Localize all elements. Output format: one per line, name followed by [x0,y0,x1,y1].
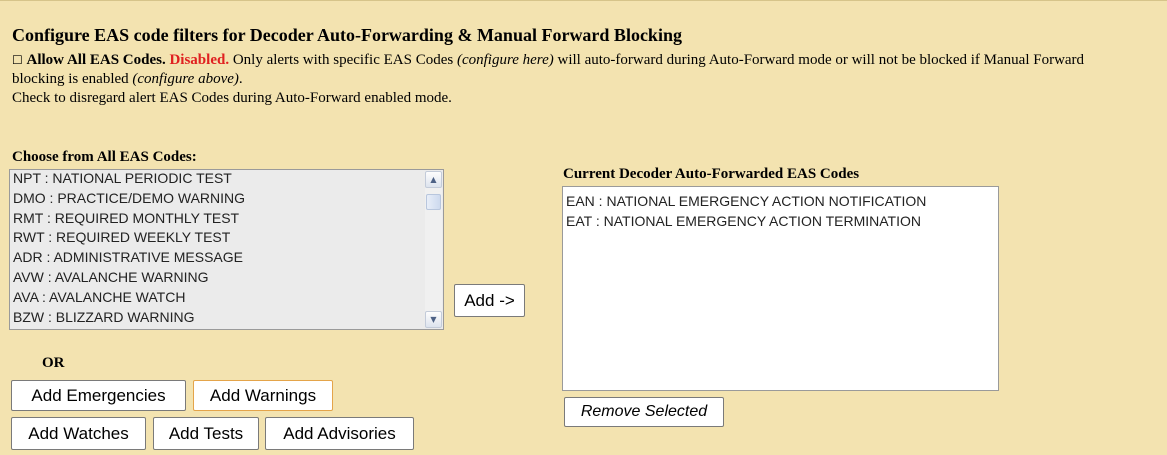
add-button[interactable]: Add -> [454,284,525,317]
allow-all-checkbox[interactable]: ☐ Allow All EAS Codes. [12,52,166,68]
list-item[interactable]: AVA : AVALANCHE WATCH [10,288,245,308]
list-item[interactable]: EAT : NATIONAL EMERGENCY ACTION TERMINAT… [563,212,998,232]
or-label: OR [42,355,65,371]
top-divider [0,0,1167,1]
add-emergencies-button[interactable]: Add Emergencies [11,380,186,411]
allow-all-label: Allow All EAS Codes. [26,52,166,68]
all-codes-label: Choose from All EAS Codes: [12,149,197,165]
add-advisories-button[interactable]: Add Advisories [265,417,414,450]
desc-line-3: Check to disregard alert EAS Codes durin… [12,90,452,106]
scroll-down-arrow-icon[interactable]: ▼ [425,311,442,328]
status-disabled: Disabled. [169,52,230,68]
list-item[interactable]: RWT : REQUIRED WEEKLY TEST [10,228,245,248]
all-codes-scrollbar[interactable]: ▲ ▼ [425,171,442,328]
filter-description: ☐ Allow All EAS Codes. Disabled. Only al… [12,51,1132,108]
list-item[interactable]: BZW : BLIZZARD WARNING [10,308,245,328]
all-codes-items: NPT : NATIONAL PERIODIC TEST DMO : PRACT… [10,170,245,328]
scroll-up-arrow-icon[interactable]: ▲ [425,171,442,188]
list-item[interactable]: DMO : PRACTICE/DEMO WARNING [10,189,245,209]
forwarded-codes-label: Current Decoder Auto-Forwarded EAS Codes [563,166,860,182]
remove-selected-button[interactable]: Remove Selected [564,397,724,427]
checkbox-icon[interactable]: ☐ [12,53,23,67]
list-item[interactable]: RMT : REQUIRED MONTHLY TEST [10,209,245,229]
list-item[interactable]: EAN : NATIONAL EMERGENCY ACTION NOTIFICA… [563,192,998,212]
list-item[interactable]: ADR : ADMINISTRATIVE MESSAGE [10,248,245,268]
all-codes-listbox[interactable]: NPT : NATIONAL PERIODIC TEST DMO : PRACT… [9,169,444,330]
desc-italic-2: (configure above) [132,71,239,87]
add-watches-button[interactable]: Add Watches [11,417,146,450]
desc-text-1: Only alerts with specific EAS Codes [229,52,457,68]
add-tests-button[interactable]: Add Tests [153,417,259,450]
list-item[interactable]: NPT : NATIONAL PERIODIC TEST [10,170,245,189]
scrollbar-thumb[interactable] [426,194,441,210]
desc-text-3: . [238,71,243,87]
add-warnings-button[interactable]: Add Warnings [193,380,333,411]
page-title: Configure EAS code filters for Decoder A… [12,25,682,45]
desc-italic-1: (configure here) [456,52,554,68]
list-item[interactable]: AVW : AVALANCHE WARNING [10,268,245,288]
forwarded-codes-listbox[interactable]: EAN : NATIONAL EMERGENCY ACTION NOTIFICA… [562,186,999,391]
